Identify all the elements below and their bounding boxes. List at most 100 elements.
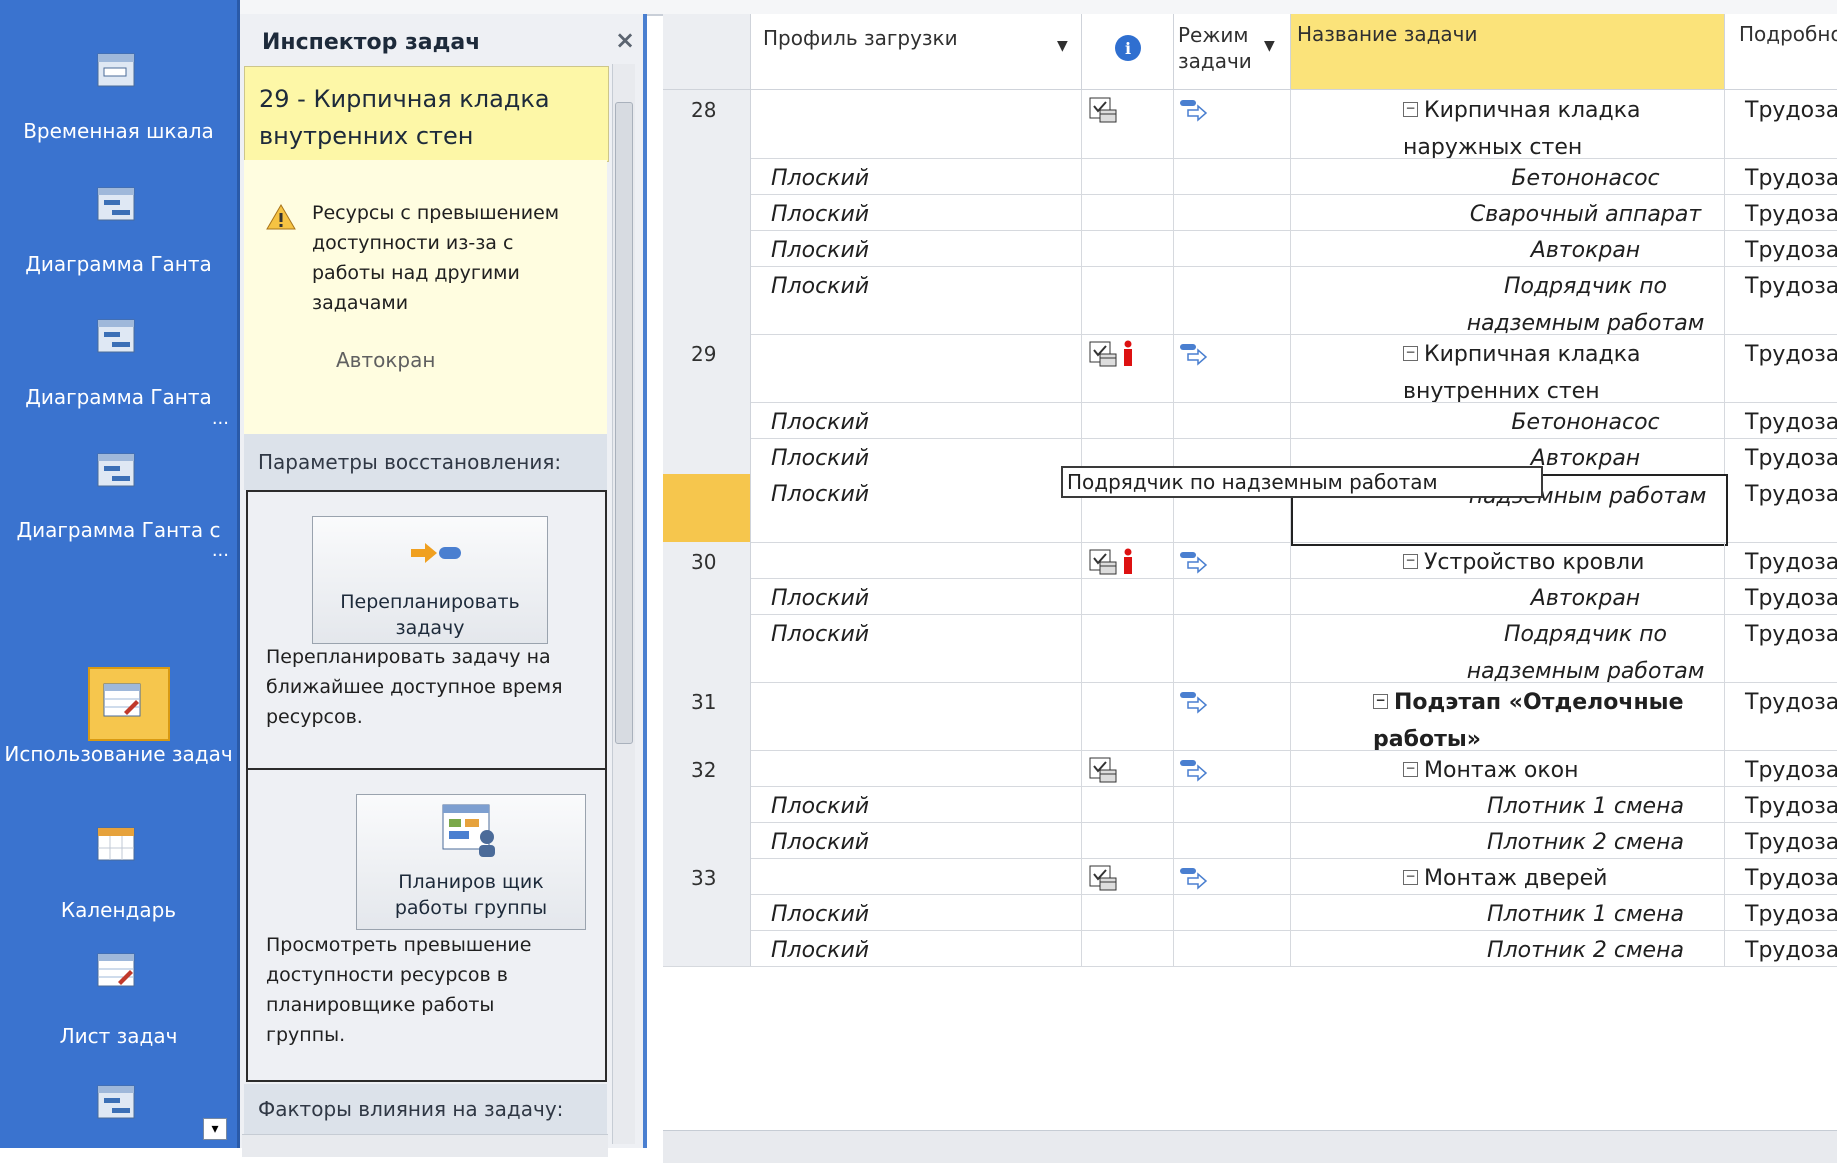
details-cell[interactable]: Трудозатр. [1725, 402, 1837, 438]
row-id-cell[interactable] [663, 402, 751, 438]
table-row[interactable]: Плоский Плотник 1 смена Трудозатр. [663, 786, 1837, 823]
details-cell[interactable]: Трудозатр. [1725, 682, 1837, 750]
table-row[interactable]: 33 −Монтаж дверей Трудозатр. [663, 858, 1837, 895]
table-row[interactable]: 28 − Кирпичная кладка наружных стен Трудоза… [663, 90, 1837, 159]
view-task-sheet[interactable]: Лист задач [0, 1022, 237, 1051]
indicator-cell[interactable] [1082, 930, 1174, 966]
row-id-cell[interactable] [663, 230, 751, 266]
table-row[interactable]: Плоский Плотник 2 смена Трудозатр. [663, 822, 1837, 859]
details-cell[interactable]: Трудозатр. [1725, 158, 1837, 194]
row-id-cell[interactable]: 30 [663, 542, 751, 578]
details-cell[interactable]: Трудозатр. [1725, 194, 1837, 230]
row-id-cell[interactable]: 33 [663, 858, 751, 894]
timeline-icon[interactable] [96, 52, 136, 88]
indicator-cell[interactable] [1082, 230, 1174, 266]
column-header-name[interactable]: Название задачи [1291, 14, 1725, 90]
scrollbar-thumb[interactable] [615, 102, 633, 744]
task-name-cell[interactable]: Подрядчик по надземным работам [1291, 266, 1725, 334]
profile-cell[interactable] [751, 858, 1082, 894]
indicator-cell[interactable] [1082, 682, 1174, 750]
profile-cell[interactable]: Плоский [751, 786, 1082, 822]
task-mode-cell[interactable] [1174, 402, 1291, 438]
profile-cell[interactable]: Плоский [751, 894, 1082, 930]
row-id-cell[interactable]: 29 [663, 334, 751, 402]
profile-cell[interactable] [751, 90, 1082, 158]
row-id-cell[interactable] [663, 822, 751, 858]
task-name-cell[interactable]: Автокран [1291, 230, 1725, 266]
task-mode-cell[interactable] [1174, 266, 1291, 334]
column-header-profile[interactable]: Профиль загрузки ▼ [751, 14, 1082, 90]
profile-cell[interactable]: Плоский [751, 230, 1082, 266]
task-mode-cell[interactable] [1174, 682, 1291, 750]
view-task-usage[interactable]: Использование задач [0, 740, 237, 769]
row-id-cell[interactable]: 31 [663, 682, 751, 750]
details-cell[interactable]: Трудозатр. [1725, 858, 1837, 894]
indicator-cell[interactable] [1082, 266, 1174, 334]
task-mode-cell[interactable] [1174, 578, 1291, 614]
gantt-chart-icon[interactable] [96, 452, 136, 488]
details-cell[interactable]: Трудозатр. [1725, 230, 1837, 266]
profile-cell[interactable]: Плоский [751, 158, 1082, 194]
indicator-cell[interactable] [1082, 334, 1174, 402]
view-gantt-3[interactable]: Диаграмма Ганта с [0, 516, 237, 545]
indicator-cell[interactable] [1082, 858, 1174, 894]
grid-horizontal-scrollbar[interactable] [663, 1130, 1837, 1163]
view-timeline[interactable]: Временная шкала [0, 117, 237, 146]
details-cell[interactable]: Трудозатр. ( [1725, 614, 1837, 682]
row-id-cell[interactable]: 32 [663, 750, 751, 786]
collapse-icon[interactable]: − [1403, 762, 1418, 777]
collapse-icon[interactable]: − [1403, 346, 1418, 361]
details-cell[interactable]: Трудозатр. [1725, 578, 1837, 614]
row-id-cell[interactable] [663, 930, 751, 966]
details-cell[interactable]: Трудозатр. [1725, 822, 1837, 858]
row-id-cell[interactable] [663, 894, 751, 930]
profile-cell[interactable] [751, 334, 1082, 402]
profile-cell[interactable] [751, 682, 1082, 750]
details-cell[interactable]: Трудозатр. ( [1725, 474, 1837, 542]
team-planner-button[interactable]: Планиров щик работы группы [356, 794, 586, 930]
dropdown-arrow-icon[interactable]: ▼ [1264, 38, 1275, 54]
calendar-icon[interactable] [96, 826, 136, 862]
task-name-cell[interactable]: − Подэтап «Отделочные работы» [1291, 682, 1725, 750]
collapse-icon[interactable]: − [1403, 870, 1418, 885]
task-name-cell[interactable]: Плотник 2 смена [1291, 822, 1725, 858]
task-name-cell[interactable]: Плотник 2 смена [1291, 930, 1725, 966]
task-mode-cell[interactable] [1174, 786, 1291, 822]
indicator-cell[interactable] [1082, 822, 1174, 858]
profile-cell[interactable]: Плоский [751, 402, 1082, 438]
row-id-cell[interactable] [663, 474, 751, 542]
task-mode-cell[interactable] [1174, 858, 1291, 894]
task-usage-icon[interactable] [102, 682, 142, 718]
task-name-cell[interactable]: − Монтаж дверей [1291, 858, 1725, 894]
task-mode-cell[interactable] [1174, 230, 1291, 266]
row-id-cell[interactable] [663, 194, 751, 230]
task-name-cell[interactable]: Бетононасос [1291, 402, 1725, 438]
inspector-horizontal-scrollbar[interactable] [242, 1134, 608, 1157]
collapse-icon[interactable]: − [1373, 694, 1388, 709]
table-row[interactable]: Плоский Плотник 2 смена Трудозатр. [663, 930, 1837, 967]
inspector-vertical-scrollbar[interactable] [612, 64, 635, 1144]
task-name-cell[interactable]: Бетононасос [1291, 158, 1725, 194]
indicator-cell[interactable] [1082, 786, 1174, 822]
task-name-cell[interactable]: Сварочный аппарат [1291, 194, 1725, 230]
indicator-cell[interactable] [1082, 578, 1174, 614]
task-name-cell[interactable]: Плотник 1 смена [1291, 894, 1725, 930]
indicator-cell[interactable] [1082, 542, 1174, 578]
profile-cell[interactable] [751, 750, 1082, 786]
view-gantt-1[interactable]: Диаграмма Ганта [0, 250, 237, 279]
table-row[interactable]: Плоский Плотник 1 смена Трудозатр. [663, 894, 1837, 931]
gantt-chart-icon[interactable] [96, 186, 136, 222]
column-header-details[interactable]: Подробности [1725, 14, 1837, 90]
details-cell[interactable]: Трудозатр. [1725, 930, 1837, 966]
task-name-cell[interactable]: − Устройство кровли [1291, 542, 1725, 578]
profile-cell[interactable]: Плоский [751, 474, 1082, 542]
details-cell[interactable]: Трудозатр. [1725, 750, 1837, 786]
task-name-cell[interactable]: Плотник 1 смена [1291, 786, 1725, 822]
task-mode-cell[interactable] [1174, 90, 1291, 158]
profile-cell[interactable]: Плоский [751, 438, 1082, 474]
row-id-cell[interactable] [663, 266, 751, 334]
indicator-cell[interactable] [1082, 614, 1174, 682]
profile-cell[interactable]: Плоский [751, 266, 1082, 334]
indicator-cell[interactable] [1082, 894, 1174, 930]
indicator-cell[interactable] [1082, 158, 1174, 194]
